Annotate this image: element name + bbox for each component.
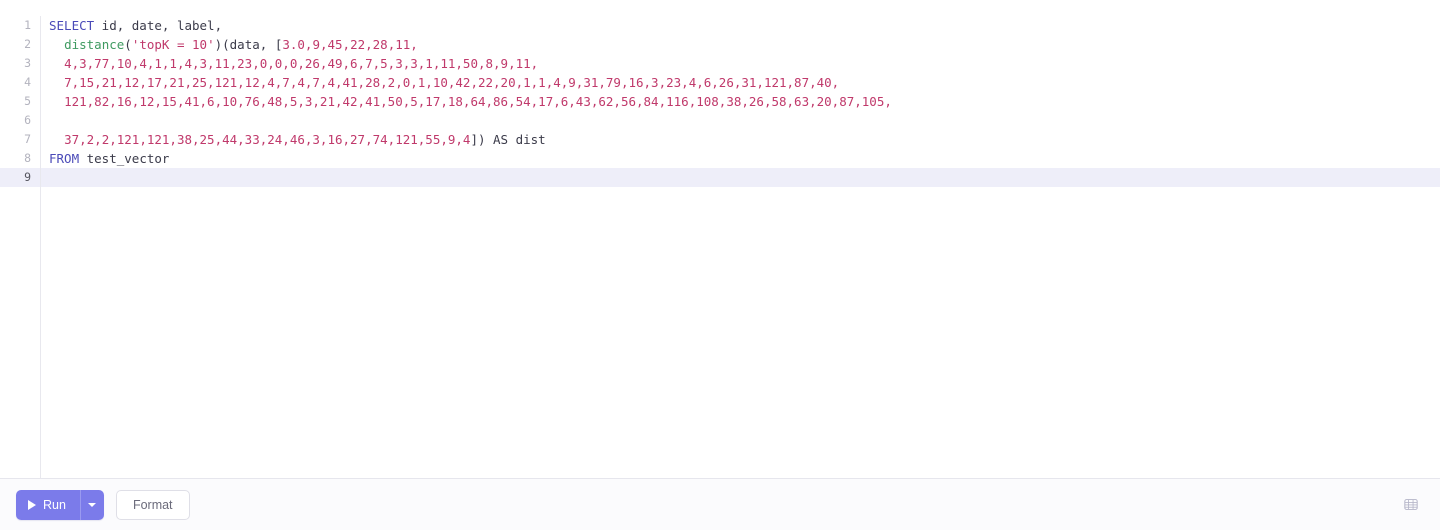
code-token-num: 3.0,9,45,22,28,11, [282, 37, 418, 52]
code-line[interactable]: 2 distance('topK = 10')(data, [3.0,9,45,… [0, 35, 1440, 54]
line-number: 3 [24, 56, 31, 70]
chevron-down-icon [88, 502, 97, 507]
line-number: 7 [24, 132, 31, 146]
code-line-text[interactable]: 4,3,77,10,4,1,1,4,3,11,23,0,0,0,26,49,6,… [40, 54, 1440, 73]
code-line[interactable]: 9 [0, 168, 1440, 187]
line-number: 9 [24, 170, 31, 184]
line-number: 5 [24, 94, 31, 108]
code-line[interactable]: 5 121,82,16,12,15,41,6,10,76,48,5,3,21,4… [0, 92, 1440, 111]
code-token-num: 121,82,16,12,15,41,6,10,76,48,5,3,21,42,… [64, 94, 892, 109]
code-line[interactable]: 3 4,3,77,10,4,1,1,4,3,11,23,0,0,0,26,49,… [0, 54, 1440, 73]
code-line[interactable]: 4 7,15,21,12,17,21,25,121,12,4,7,4,7,4,4… [0, 73, 1440, 92]
code-token-plain: test_vector [79, 151, 170, 166]
line-number: 4 [24, 75, 31, 89]
code-token-kw: SELECT [49, 18, 95, 33]
editor-toolbar: Run Format [0, 478, 1440, 530]
line-number: 1 [24, 18, 31, 32]
play-icon [28, 499, 36, 510]
code-token-str: 'topK = 10' [131, 37, 215, 52]
keyboard-icon [1404, 499, 1418, 510]
line-number: 2 [24, 37, 31, 51]
code-line-text[interactable]: 7,15,21,12,17,21,25,121,12,4,7,4,7,4,41,… [40, 73, 1440, 92]
code-editor[interactable]: 1 SELECT id, date, label, 2 distance('topK… [0, 16, 1440, 478]
keyboard-shortcuts-button[interactable] [1398, 493, 1424, 517]
code-token-num: 4,3,77,10,4,1,1,4,3,11,23,0,0,0,26,49,6,… [64, 56, 539, 71]
line-number: 6 [24, 113, 31, 127]
run-button-label: Run [43, 497, 66, 512]
editor-top-strip [0, 0, 1440, 16]
run-button-group[interactable]: Run [16, 489, 104, 520]
code-editor-panel[interactable]: 1 SELECT id, date, label, 2 distance('topK… [0, 16, 1440, 478]
code-token-fn: distance [64, 37, 125, 52]
code-token-kw: FROM [49, 151, 80, 166]
code-token-num: 37,2,2,121,121,38,25,44,33,24,46,3,16,27… [64, 132, 471, 147]
sql-editor-app: 1 SELECT id, date, label, 2 distance('topK… [0, 0, 1440, 530]
code-line[interactable]: 7 37,2,2,121,121,38,25,44,33,24,46,3,16,… [0, 130, 1440, 149]
code-token-punc: )(data, [ [214, 37, 283, 52]
format-button[interactable]: Format [115, 489, 190, 520]
run-options-dropdown-button[interactable] [79, 489, 104, 520]
code-token-punc: ( [124, 37, 132, 52]
code-token-plain: ]) AS dist [470, 132, 546, 147]
code-line-text[interactable]: SELECT id, date, label, [40, 16, 1440, 35]
code-token-num: 7,15,21,12,17,21,25,121,12,4,7,4,7,4,41,… [64, 75, 840, 90]
run-button[interactable]: Run [16, 489, 80, 520]
code-token-plain: id, date, label, [94, 18, 223, 33]
code-line-text[interactable]: FROM test_vector [40, 149, 1440, 168]
code-line-text[interactable]: 37,2,2,121,121,38,25,44,33,24,46,3,16,27… [40, 130, 1440, 149]
code-line[interactable]: 1 SELECT id, date, label, [0, 16, 1440, 35]
code-line-text[interactable]: distance('topK = 10')(data, [3.0,9,45,22… [40, 35, 1440, 54]
code-line-text[interactable]: 121,82,16,12,15,41,6,10,76,48,5,3,21,42,… [40, 92, 1440, 111]
code-line[interactable]: 6 [0, 111, 1440, 130]
line-number: 8 [24, 151, 31, 165]
code-line[interactable]: 8 FROM test_vector [0, 149, 1440, 168]
